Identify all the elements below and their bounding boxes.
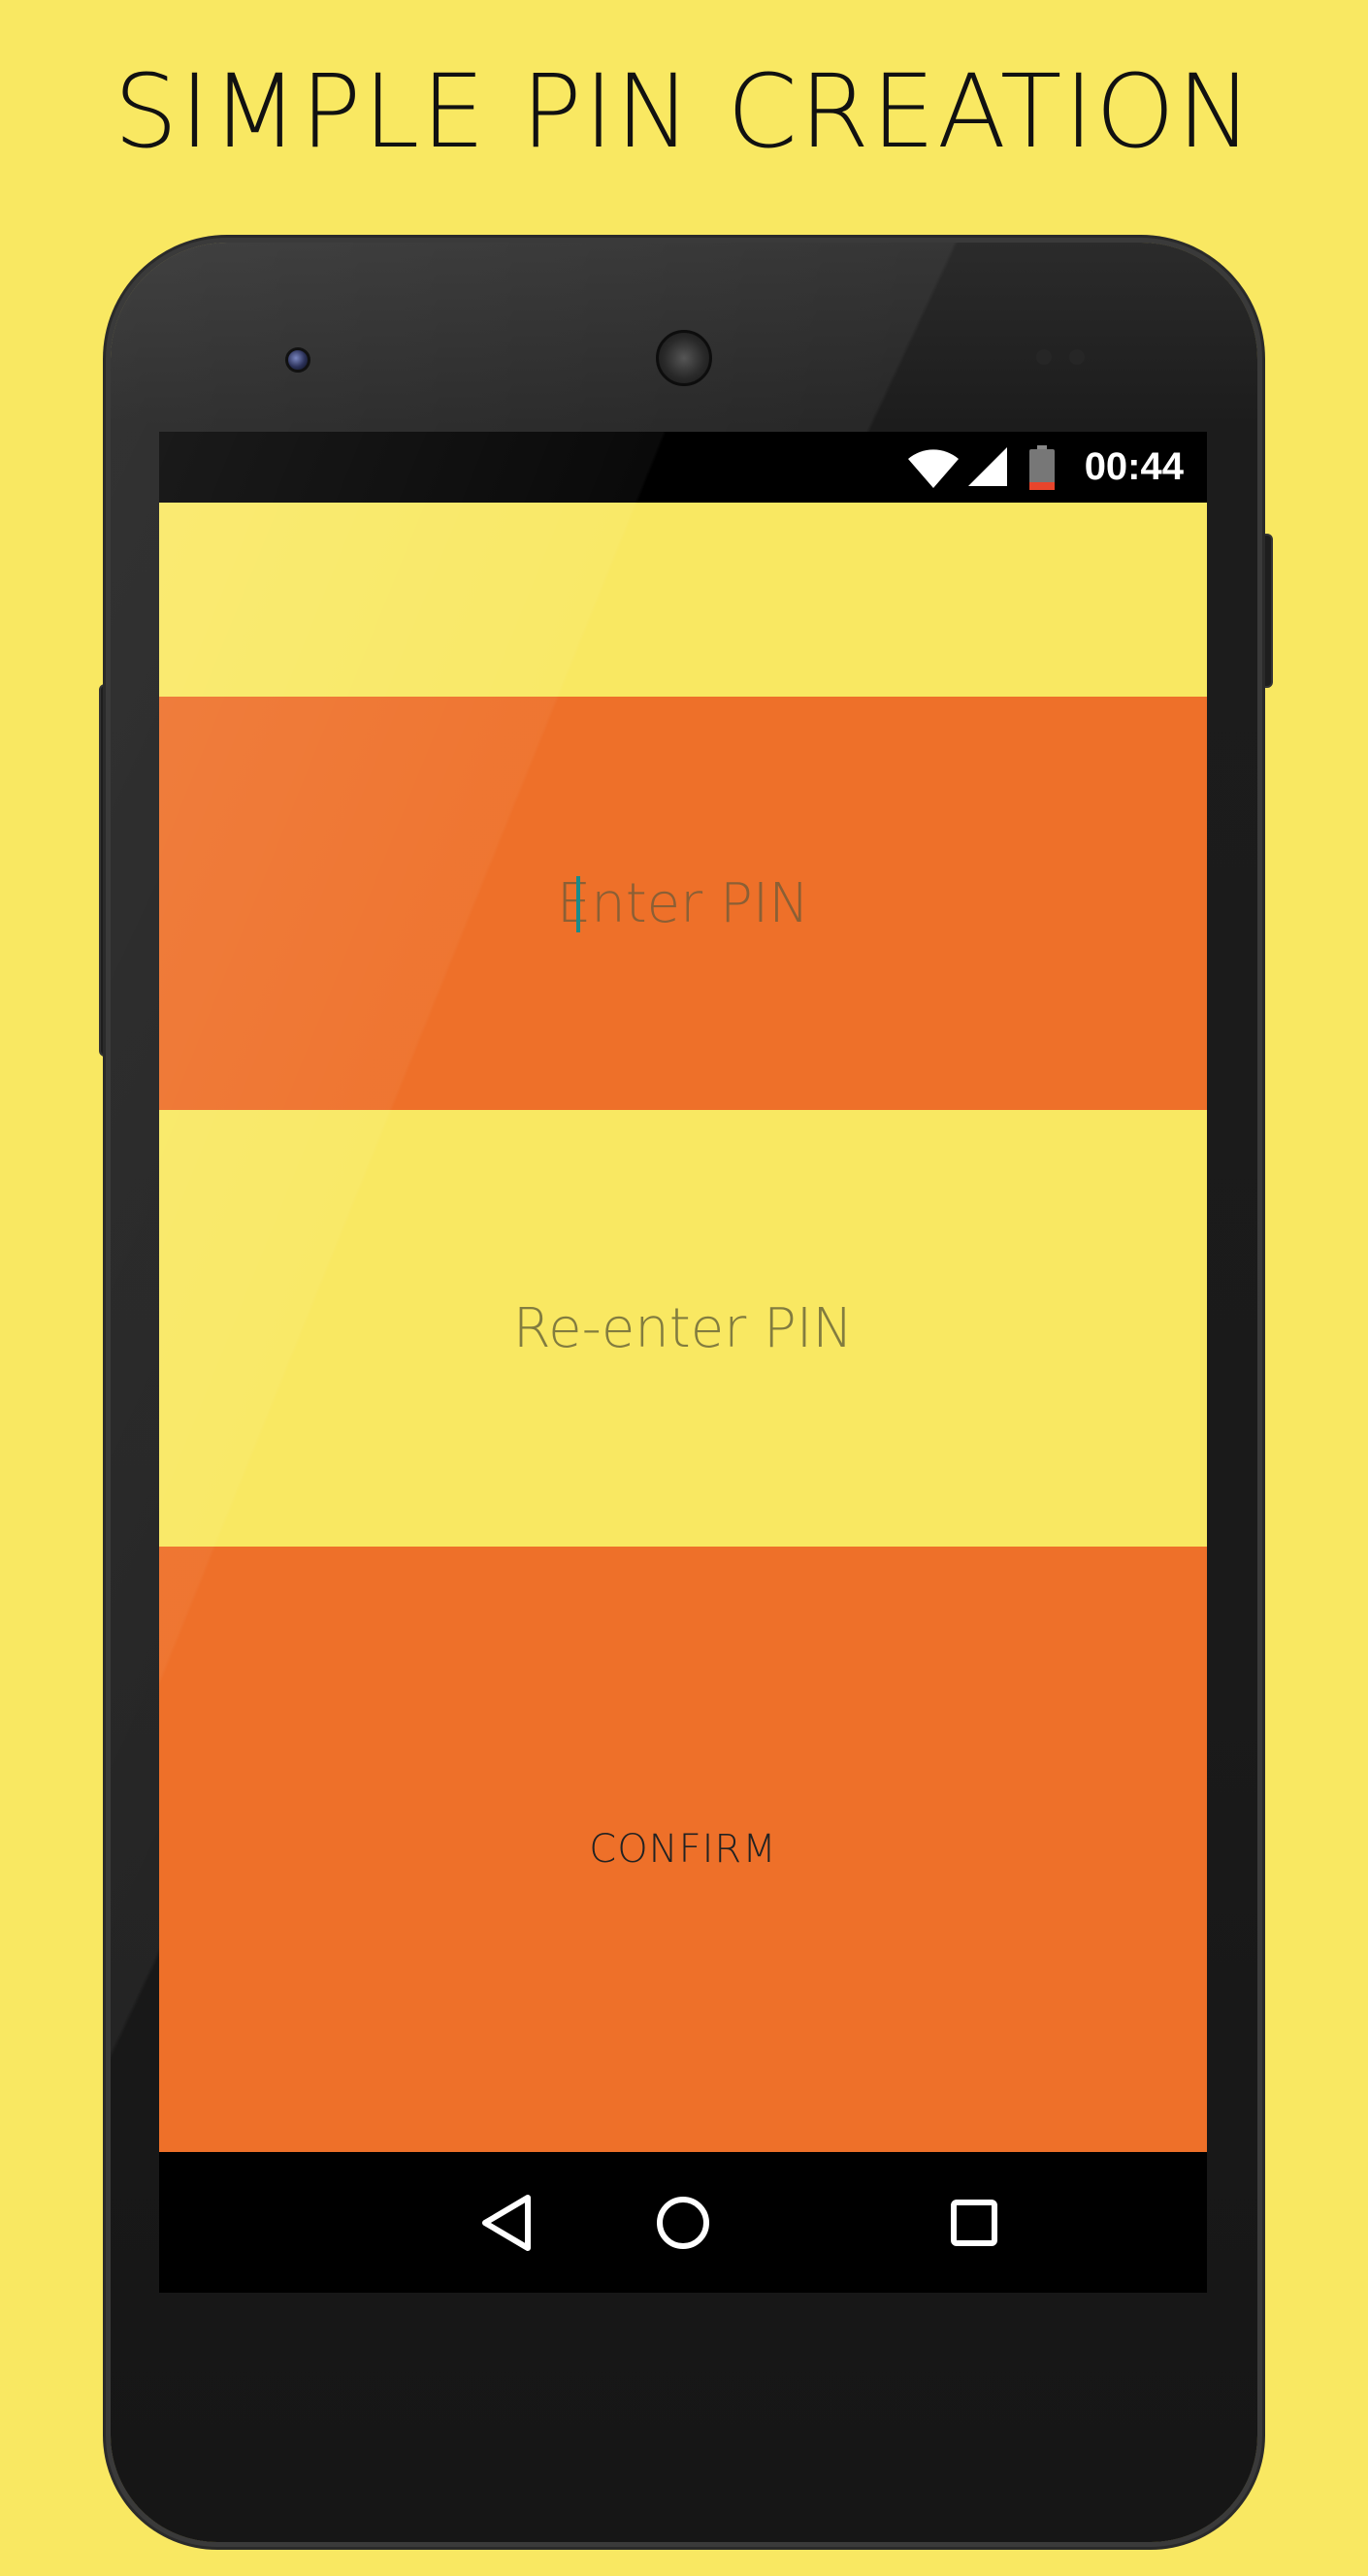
enter-pin-section bbox=[159, 697, 1207, 1110]
reenter-pin-input[interactable] bbox=[159, 1110, 1207, 1547]
phone-power-button bbox=[1255, 534, 1273, 688]
battery-low-icon bbox=[1029, 445, 1055, 490]
wifi-icon bbox=[908, 449, 959, 488]
header-band bbox=[159, 503, 1207, 697]
recents-icon bbox=[951, 2200, 997, 2246]
cellular-signal-icon bbox=[968, 447, 1007, 486]
proximity-sensors bbox=[1036, 349, 1094, 365]
back-icon bbox=[482, 2195, 531, 2251]
navigation-bar bbox=[159, 2152, 1207, 2293]
pin-creation-form: CONFIRM bbox=[159, 503, 1207, 2152]
enter-pin-input[interactable] bbox=[159, 697, 1207, 1110]
front-camera bbox=[285, 347, 310, 373]
text-cursor bbox=[576, 876, 580, 932]
back-button[interactable] bbox=[463, 2179, 550, 2266]
earpiece-speaker bbox=[656, 330, 712, 386]
reenter-pin-section bbox=[159, 1110, 1207, 1547]
status-bar: 00:44 bbox=[159, 432, 1207, 503]
confirm-button-label: CONFIRM bbox=[589, 1827, 777, 1872]
recents-button[interactable] bbox=[930, 2179, 1018, 2266]
home-icon bbox=[657, 2197, 709, 2249]
home-button[interactable] bbox=[639, 2179, 727, 2266]
phone-screen: 00:44 CONFIRM bbox=[159, 432, 1207, 2293]
page-headline: SIMPLE PIN CREATION bbox=[114, 52, 1254, 171]
status-time: 00:44 bbox=[1084, 445, 1184, 488]
confirm-button[interactable]: CONFIRM bbox=[159, 1547, 1207, 2152]
